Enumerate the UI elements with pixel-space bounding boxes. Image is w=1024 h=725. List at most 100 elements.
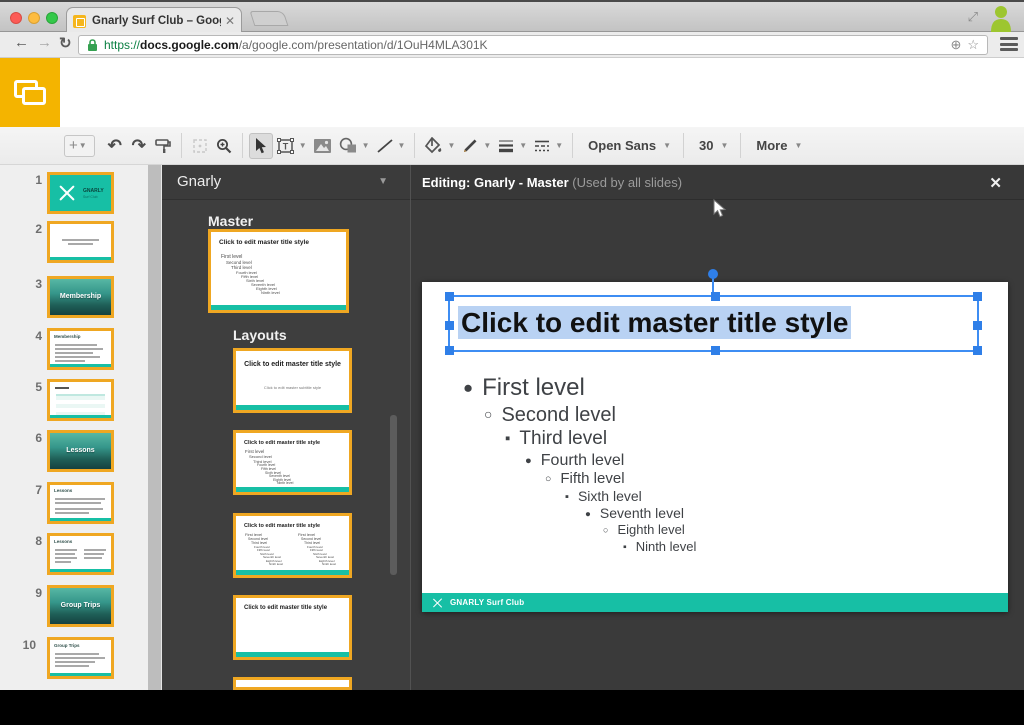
line-color-caret-icon[interactable]: ▼: [483, 141, 491, 150]
line-dash-button[interactable]: [530, 133, 554, 159]
master-title-text[interactable]: Click to edit master title style: [458, 307, 851, 339]
bullet-level-1[interactable]: First level: [463, 374, 585, 402]
bullet-level-4[interactable]: Fourth level: [525, 452, 624, 470]
panel-scrollbar[interactable]: [390, 415, 397, 575]
thumb-title: Membership: [54, 334, 81, 339]
resize-handle-n[interactable]: [711, 292, 720, 301]
mini-level: Ninth level: [261, 290, 280, 295]
slide-thumbnail-4[interactable]: Membership: [47, 328, 114, 370]
line-weight-caret-icon[interactable]: ▼: [519, 141, 527, 150]
more-dropdown[interactable]: More▼: [747, 133, 808, 159]
layout-thumbnail-4[interactable]: Click to edit master title style: [233, 595, 352, 660]
bullet-level-5[interactable]: Fifth level: [545, 470, 625, 487]
shape-caret-icon[interactable]: ▼: [362, 141, 370, 150]
layout-thumbnail-3[interactable]: Click to edit master title style First l…: [233, 513, 352, 578]
zoom-button[interactable]: [212, 133, 236, 159]
forward-button[interactable]: →: [37, 34, 52, 51]
new-slide-button[interactable]: + ▼: [64, 135, 95, 157]
address-bar[interactable]: https://docs.google.com/a/google.com/pre…: [78, 35, 988, 55]
theme-dropdown-caret-icon[interactable]: ▼: [378, 176, 388, 187]
slide-thumbnail-2[interactable]: [47, 221, 114, 263]
text-box-caret-icon[interactable]: ▼: [299, 141, 307, 150]
new-tab-button[interactable]: [250, 11, 289, 26]
new-slide-caret-icon[interactable]: ▼: [79, 141, 87, 150]
plus-icon: +: [69, 137, 78, 154]
window-resize-icon[interactable]: ⤢: [968, 9, 978, 25]
line-weight-button[interactable]: [494, 133, 518, 159]
insert-image-button[interactable]: [310, 133, 335, 159]
shape-tool-button[interactable]: [335, 133, 361, 159]
resize-handle-se[interactable]: [973, 346, 982, 355]
zoom-fit-button: [188, 133, 212, 159]
slide-number: 3: [24, 277, 42, 291]
slide-canvas[interactable]: Click to edit master title style First l…: [422, 282, 1008, 612]
slide-thumbnail-5[interactable]: [47, 379, 114, 421]
rotation-handle[interactable]: [708, 269, 718, 279]
browser-menu-icon[interactable]: [1000, 37, 1018, 52]
layout-thumbnail-5[interactable]: [233, 677, 352, 690]
slide-thumbnail-6[interactable]: Lessons: [47, 430, 114, 472]
image-icon: [313, 138, 332, 154]
reload-button[interactable]: ↻: [59, 34, 72, 52]
slide-thumbnail-10[interactable]: Group Trips: [47, 637, 114, 679]
layout-thumbnail-2[interactable]: Click to edit master title style First l…: [233, 430, 352, 495]
slide-thumbnail-3[interactable]: Membership: [47, 276, 114, 318]
window-zoom-button[interactable]: [46, 12, 58, 24]
theme-selector[interactable]: Gnarly ▼: [162, 165, 410, 200]
bullet-level-6[interactable]: Sixth level: [565, 488, 642, 504]
resize-handle-w[interactable]: [445, 321, 454, 330]
mini-layout-title: Click to edit master title style: [244, 440, 341, 447]
fill-color-caret-icon[interactable]: ▼: [447, 141, 455, 150]
slides-logo-icon[interactable]: [0, 58, 60, 127]
resize-handle-s[interactable]: [711, 346, 720, 355]
back-button[interactable]: ←: [14, 34, 29, 51]
bullet-level-7[interactable]: Seventh level: [585, 505, 684, 521]
magnifier-icon: [215, 137, 233, 155]
slide-thumbnail-7[interactable]: Lessons: [47, 482, 114, 524]
slide-number: 5: [24, 380, 42, 394]
paint-roller-icon: [154, 137, 172, 155]
mini-level: Ninth level: [269, 562, 283, 566]
bullet-level-9[interactable]: Ninth level: [623, 539, 696, 554]
redo-button[interactable]: ↷: [127, 133, 151, 159]
resize-handle-ne[interactable]: [973, 292, 982, 301]
bullet-level-2[interactable]: Second level: [484, 404, 616, 427]
browser-tab[interactable]: Gnarly Surf Club – Google ✕: [66, 7, 242, 34]
slide-thumbnail-9[interactable]: Group Trips: [47, 585, 114, 627]
zoom-page-icon[interactable]: ⊕: [950, 37, 961, 53]
resize-handle-nw[interactable]: [445, 292, 454, 301]
line-caret-icon[interactable]: ▼: [398, 141, 406, 150]
font-family-dropdown[interactable]: Open Sans▼: [579, 133, 677, 159]
line-tool-button[interactable]: [373, 133, 397, 159]
resize-handle-e[interactable]: [973, 321, 982, 330]
line-icon: [376, 138, 394, 154]
window-close-button[interactable]: [10, 12, 22, 24]
layout-thumbnail-1[interactable]: Click to edit master title style Click t…: [233, 348, 352, 413]
bookmark-star-icon[interactable]: ☆: [967, 37, 979, 53]
slide-thumbnail-1[interactable]: GNARLY Surf Club: [47, 172, 114, 214]
text-box-tool-button[interactable]: T: [273, 133, 298, 159]
line-dash-caret-icon[interactable]: ▼: [555, 141, 563, 150]
resize-handle-sw[interactable]: [445, 346, 454, 355]
shape-icon: [338, 137, 358, 154]
pencil-icon: [462, 137, 479, 154]
window-minimize-button[interactable]: [28, 12, 40, 24]
fill-color-button[interactable]: [421, 133, 446, 159]
slide-footer-band[interactable]: GNARLY Surf Club: [422, 593, 1008, 612]
bullet-level-8[interactable]: Eighth level: [603, 522, 685, 537]
line-color-button[interactable]: [458, 133, 482, 159]
slides-favicon-icon: [73, 15, 86, 28]
slide-thumbnail-8[interactable]: Lessons: [47, 533, 114, 575]
select-tool-button[interactable]: [249, 133, 273, 159]
master-thumbnail[interactable]: Click to edit master title style First l…: [208, 229, 349, 313]
close-master-editor-icon[interactable]: ✕: [989, 174, 1002, 192]
mini-layout-title: Click to edit master title style: [244, 605, 341, 613]
mini-layout-title: Click to edit master title style: [244, 361, 341, 370]
slide-number: 6: [24, 431, 42, 445]
filmstrip-scrollbar[interactable]: [148, 165, 162, 690]
paint-format-button[interactable]: [151, 133, 175, 159]
undo-button[interactable]: ↶: [103, 133, 127, 159]
tab-close-icon[interactable]: ✕: [225, 14, 235, 28]
font-size-dropdown[interactable]: 30▼: [690, 133, 734, 159]
bullet-level-3[interactable]: Third level: [505, 428, 607, 450]
